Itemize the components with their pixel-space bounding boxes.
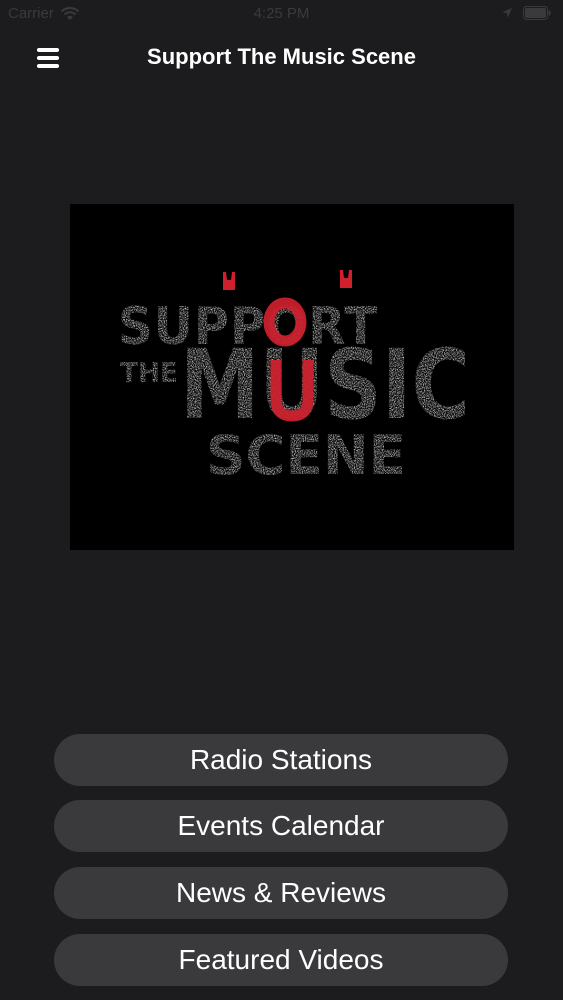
status-right xyxy=(501,6,551,20)
news-reviews-button[interactable]: News & Reviews xyxy=(54,867,508,919)
logo-line-scene: SCENE xyxy=(206,424,406,487)
navigation-bar: Support The Music Scene xyxy=(0,30,563,86)
location-arrow-icon xyxy=(502,8,512,18)
status-time: 4:25 PM xyxy=(253,5,310,22)
events-calendar-button[interactable]: Events Calendar xyxy=(54,800,508,852)
featured-videos-button[interactable]: Featured Videos xyxy=(54,934,508,986)
page-title: Support The Music Scene xyxy=(147,44,416,69)
app-logo: SUPPORT THE MUSIC SCENE xyxy=(70,204,514,550)
logo-graphic: SUPPORT THE MUSIC SCENE xyxy=(118,270,470,487)
status-bar: Carrier 4:25 PM xyxy=(0,0,563,30)
horns-icon xyxy=(223,270,352,290)
battery-icon xyxy=(523,6,551,20)
radio-stations-button[interactable]: Radio Stations xyxy=(54,734,508,786)
logo-line-the: THE xyxy=(120,356,178,389)
